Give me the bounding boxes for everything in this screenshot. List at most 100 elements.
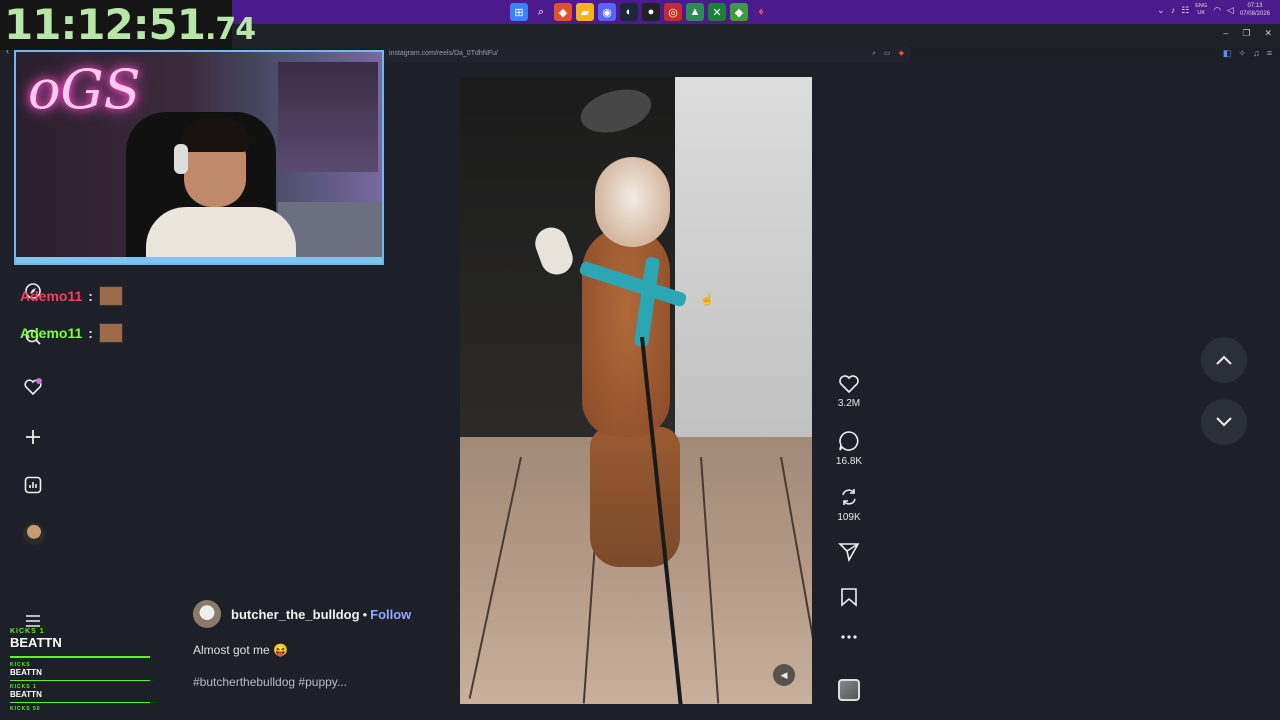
kick-name: BEATTN	[10, 635, 62, 650]
dashboard-icon[interactable]	[22, 474, 44, 496]
extension-toolbar: ◧ ✧ ♫ ≡	[1223, 48, 1272, 59]
next-reel-button[interactable]	[1201, 399, 1247, 445]
pin-app-icon[interactable]: ♦	[752, 3, 770, 21]
chevron-up-icon	[1216, 355, 1232, 365]
chat-message: Ademo11 :	[20, 286, 123, 306]
reel-video[interactable]: ◀	[460, 77, 812, 704]
network-icon[interactable]: ☷	[1181, 5, 1189, 16]
kick-leaderboard: KICKS 1 BEATTN KICKS BEATTN KICKS 1 BEAT…	[10, 628, 150, 712]
volume-icon[interactable]: ◁	[1227, 5, 1234, 16]
timer-fraction: .74	[204, 12, 256, 47]
menu-icon[interactable]: ≡	[1267, 48, 1272, 59]
create-plus-icon[interactable]	[22, 426, 44, 448]
language-code: ENG	[1195, 3, 1208, 9]
dog-legs	[590, 427, 680, 567]
more-dots-icon[interactable]	[839, 634, 859, 640]
kick-row-name: BEATTN	[10, 690, 42, 699]
like-heart-icon[interactable]	[838, 374, 860, 394]
zoom-icon[interactable]: ⌕	[872, 46, 876, 62]
speedrun-timer: 11:12:51.74	[0, 0, 256, 50]
media-icon[interactable]: ♫	[1253, 48, 1260, 59]
dog-head	[595, 157, 670, 247]
author-username[interactable]: butcher_the_bulldog	[231, 607, 360, 622]
clock-date: 07/08/2026	[1239, 11, 1270, 17]
wifi-icon[interactable]: ◠	[1213, 5, 1221, 16]
steam-icon[interactable]: ◐	[620, 3, 638, 21]
headphones	[174, 144, 188, 174]
webcam-frame-bar	[16, 257, 382, 263]
game-launcher-icon[interactable]: ▲	[686, 3, 704, 21]
repost-action[interactable]: 109K	[834, 486, 864, 523]
brave-browser-icon[interactable]: ◆	[554, 3, 572, 21]
notifications-heart-icon[interactable]	[22, 376, 44, 398]
kick-divider	[10, 656, 150, 658]
xbox-icon[interactable]: ✕	[708, 3, 726, 21]
video-wall-light	[675, 77, 812, 467]
recorder-icon[interactable]: ◎	[664, 3, 682, 21]
repost-icon[interactable]	[838, 486, 860, 508]
chat-message: Ademo11 :	[20, 323, 123, 343]
chevron-down-icon	[1216, 417, 1232, 427]
kick-label: KICKS 1	[10, 628, 45, 635]
author-avatar[interactable]	[193, 600, 221, 628]
bookmark-icon[interactable]	[840, 587, 858, 607]
windows-start-icon[interactable]: ⊞	[510, 3, 528, 21]
chat-separator: :	[88, 288, 93, 304]
kick-divider	[10, 680, 150, 681]
address-bar[interactable]: instagram.com/reels/Da_0TdhNFu/ ⌕ ▭ ◆	[384, 46, 910, 62]
more-options-action[interactable]	[834, 634, 864, 640]
chat-emote	[98, 286, 123, 306]
profile-avatar[interactable]	[23, 523, 45, 545]
language-indicator[interactable]: ENG UK	[1195, 3, 1207, 17]
screen: ⊞ ⌕ ◆ ▰ ◉ ◐ ● ◎ ▲ ✕ ◆ ♦ ⌄ ♪ ☷ ENG UK ◠ ◁…	[0, 0, 1280, 720]
minimize-icon[interactable]: –	[1223, 28, 1228, 39]
post-hashtags[interactable]: #butcherthebulldog #puppy...	[193, 675, 347, 689]
chat-separator: :	[88, 325, 93, 341]
share-paper-plane-icon[interactable]	[838, 542, 860, 562]
microphone-icon[interactable]: ♪	[1171, 5, 1176, 15]
obs-icon[interactable]: ●	[642, 3, 660, 21]
mouse-cursor-icon: ☝	[700, 294, 714, 306]
clock[interactable]: 07:13 07/08/2026	[1240, 2, 1270, 18]
chat-emote	[98, 323, 123, 343]
neon-sign-logo: oGS	[28, 58, 141, 121]
chat-username: Ademo11	[20, 325, 83, 341]
like-action[interactable]: 3.2M	[834, 374, 864, 409]
url-text: instagram.com/reels/Da_0TdhNFu/	[389, 50, 498, 57]
mute-toggle-icon[interactable]: ◀	[773, 664, 795, 686]
author-separator: •	[362, 606, 368, 622]
follow-button[interactable]: Follow	[370, 607, 411, 622]
window-controls: – ❐ ✕	[1223, 28, 1272, 39]
puzzle-icon[interactable]: ✧	[1238, 48, 1246, 59]
original-audio-thumbnail[interactable]	[838, 679, 860, 701]
file-explorer-icon[interactable]: ▰	[576, 3, 594, 21]
save-action[interactable]	[834, 587, 864, 607]
extension-icon[interactable]: ◧	[1223, 48, 1232, 59]
discord-icon[interactable]: ◉	[598, 3, 616, 21]
comment-bubble-icon[interactable]	[838, 430, 860, 452]
timer-main: 11:12:51	[4, 0, 206, 49]
maximize-icon[interactable]: ❐	[1242, 28, 1250, 39]
reader-icon[interactable]: ▭	[884, 46, 891, 62]
comment-count: 16.8K	[835, 456, 863, 467]
tray-chevron-icon[interactable]: ⌄	[1157, 5, 1165, 16]
clock-time: 07:13	[1247, 3, 1263, 9]
search-icon[interactable]: ⌕	[532, 3, 550, 21]
taskbar-apps: ⊞ ⌕ ◆ ▰ ◉ ◐ ● ◎ ▲ ✕ ◆ ♦	[510, 3, 770, 21]
kick-divider	[10, 702, 150, 703]
comment-action[interactable]: 16.8K	[834, 430, 864, 467]
post-caption: Almost got me 😝	[193, 643, 288, 657]
like-count: 3.2M	[837, 398, 861, 409]
brave-shield-icon[interactable]: ◆	[899, 46, 904, 62]
address-bar-actions: ⌕ ▭ ◆	[872, 46, 904, 62]
minecraft-icon[interactable]: ◆	[730, 3, 748, 21]
language-region: UK	[1197, 10, 1206, 16]
system-tray: ⌄ ♪ ☷ ENG UK ◠ ◁ 07:13 07/08/2026	[1157, 2, 1270, 18]
chat-username: Ademo11	[20, 288, 83, 304]
kick-row-name: BEATTN	[10, 668, 42, 677]
share-action[interactable]	[834, 542, 864, 562]
previous-reel-button[interactable]	[1201, 337, 1247, 383]
close-icon[interactable]: ✕	[1264, 28, 1272, 39]
post-author: butcher_the_bulldog • Follow	[193, 600, 411, 628]
streamer-hair	[180, 118, 250, 152]
